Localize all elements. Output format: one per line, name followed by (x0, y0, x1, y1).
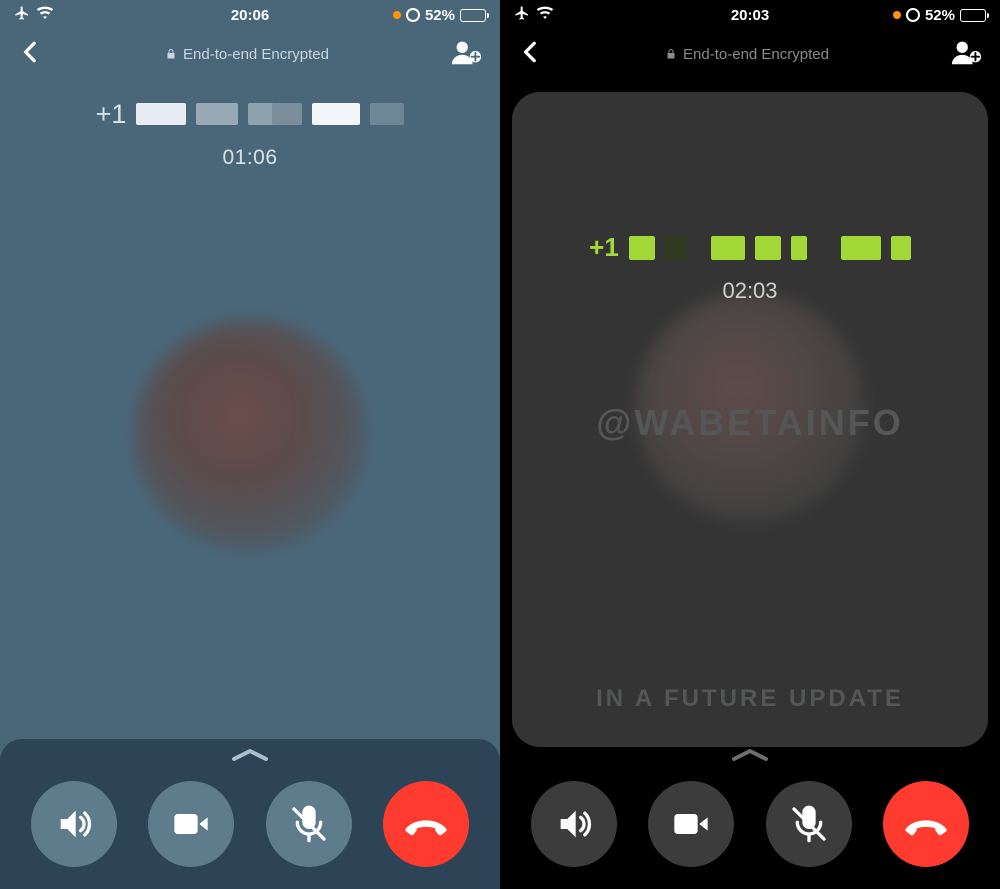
wifi-icon (36, 6, 54, 24)
chevron-up-icon[interactable] (230, 747, 270, 768)
wifi-icon (536, 6, 554, 24)
encryption-label: End-to-end Encrypted (665, 46, 829, 63)
redacted-segment (629, 236, 655, 260)
speaker-button[interactable] (31, 781, 117, 867)
back-button[interactable] (518, 39, 544, 70)
call-card: +1 02:03 @WABETAINFO IN A FUTURE UPDATE (512, 92, 988, 747)
mute-button[interactable] (266, 781, 352, 867)
call-controls-tray[interactable] (500, 739, 1000, 889)
encryption-text: End-to-end Encrypted (183, 46, 329, 63)
video-button[interactable] (648, 781, 734, 867)
caller-prefix: +1 (96, 99, 127, 130)
chevron-up-icon[interactable] (730, 747, 770, 768)
caller-id-row: +1 (512, 232, 988, 263)
redacted-segment (755, 236, 781, 260)
back-button[interactable] (18, 39, 44, 70)
watermark-bottom: IN A FUTURE UPDATE (512, 685, 988, 713)
redacted-segment (196, 103, 238, 125)
battery-icon (460, 9, 486, 22)
nav-row: End-to-end Encrypted (0, 30, 500, 78)
location-icon (406, 8, 420, 22)
speaker-button[interactable] (531, 781, 617, 867)
call-screen-current: 20:06 52% End-to-end Encrypted +1 01: (0, 0, 500, 889)
battery-icon (960, 9, 986, 22)
watermark-top: @WABETAINFO (512, 402, 988, 444)
end-call-button[interactable] (383, 781, 469, 867)
call-duration: 01:06 (0, 146, 500, 170)
status-bar: 20:06 52% (0, 0, 500, 30)
encryption-text: End-to-end Encrypted (683, 46, 829, 63)
status-bar: 20:03 52% (500, 0, 1000, 30)
redacted-segment (711, 236, 745, 260)
end-call-button[interactable] (883, 781, 969, 867)
caller-prefix: +1 (589, 232, 619, 263)
redacted-segment (272, 103, 302, 125)
contact-avatar (135, 320, 365, 550)
airplane-mode-icon (514, 5, 530, 25)
lock-icon (165, 47, 177, 61)
lock-icon (665, 47, 677, 61)
redacted-segment (891, 236, 911, 260)
call-duration: 02:03 (512, 278, 988, 304)
redacted-segment (665, 236, 687, 260)
battery-percentage: 52% (425, 7, 455, 24)
status-time: 20:06 (231, 7, 269, 24)
call-controls-tray[interactable] (0, 739, 500, 889)
encryption-label: End-to-end Encrypted (165, 46, 329, 63)
call-screen-future: 20:03 52% End-to-end Encrypted +1 (500, 0, 1000, 889)
status-time: 20:03 (731, 7, 769, 24)
mute-button[interactable] (766, 781, 852, 867)
redacted-segment (841, 236, 881, 260)
battery-percentage: 52% (925, 7, 955, 24)
recording-indicator-icon (893, 11, 901, 19)
location-icon (906, 8, 920, 22)
video-button[interactable] (148, 781, 234, 867)
add-participant-button[interactable] (450, 39, 482, 70)
redacted-segment (312, 103, 360, 125)
nav-row: End-to-end Encrypted (500, 30, 1000, 78)
caller-id-row: +1 (0, 96, 500, 132)
redacted-segment (370, 103, 404, 125)
recording-indicator-icon (393, 11, 401, 19)
add-participant-button[interactable] (950, 39, 982, 70)
redacted-segment (791, 236, 807, 260)
redacted-segment (136, 103, 186, 125)
airplane-mode-icon (14, 5, 30, 25)
